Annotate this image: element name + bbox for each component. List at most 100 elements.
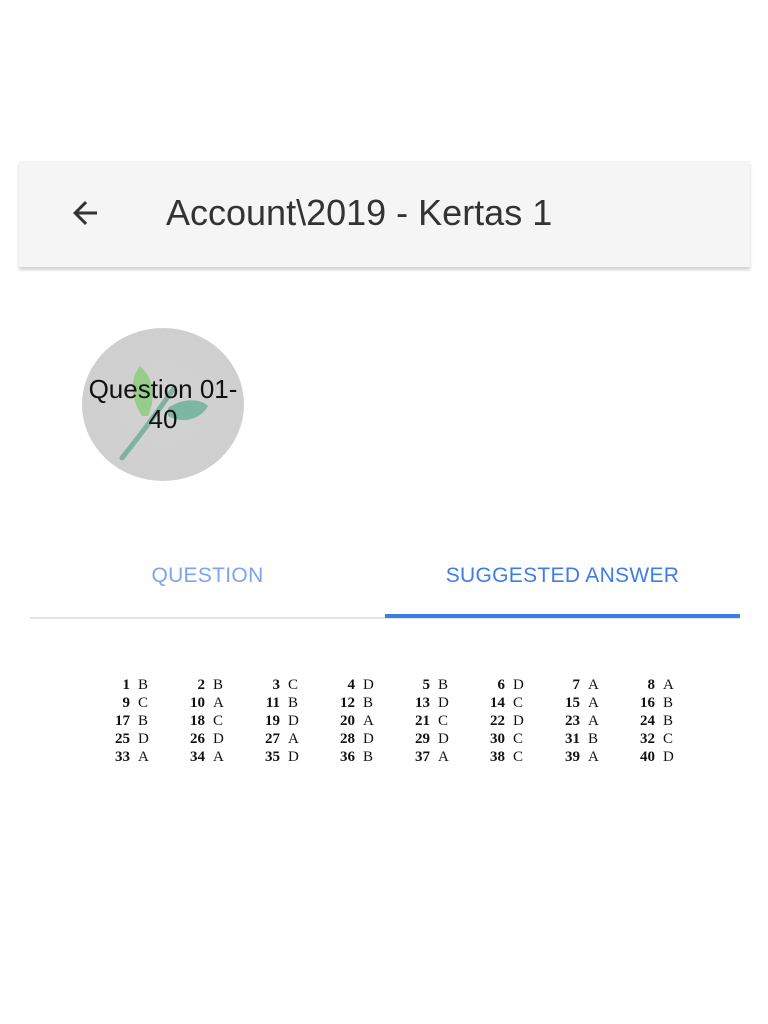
answer-cell: 25 D bbox=[88, 730, 163, 748]
answer-number: 17 bbox=[115, 713, 130, 729]
answer-cell: 12 B bbox=[313, 694, 388, 712]
answer-letter: A bbox=[363, 713, 374, 729]
answer-number: 24 bbox=[640, 713, 655, 729]
answer-letter: B bbox=[213, 677, 224, 693]
answer-letter: A bbox=[213, 749, 224, 765]
answer-number: 12 bbox=[340, 695, 355, 711]
answer-cell: 32 C bbox=[613, 730, 688, 748]
answer-cell: 35 D bbox=[238, 748, 313, 766]
answer-cell: 3C bbox=[238, 676, 313, 694]
answer-cell: 7A bbox=[538, 676, 613, 694]
answer-cell: 18 C bbox=[163, 712, 238, 730]
answer-number: 40 bbox=[640, 749, 655, 765]
answer-cell: 28 D bbox=[313, 730, 388, 748]
answer-letter: D bbox=[663, 749, 674, 765]
tab-question[interactable]: QUESTION bbox=[30, 545, 385, 607]
answer-number: 29 bbox=[415, 731, 430, 747]
answer-letter: C bbox=[288, 677, 299, 693]
answer-row: 1B2B3C4D5B6D7A8A bbox=[88, 676, 688, 694]
answer-number: 26 bbox=[190, 731, 205, 747]
answer-letter: A bbox=[213, 695, 224, 711]
answer-letter: A bbox=[588, 713, 599, 729]
answer-number: 32 bbox=[640, 731, 655, 747]
answer-letter: C bbox=[213, 713, 224, 729]
answer-row: 17 B 18 C 19 D 20 A 21 C 22 D 23 A 24 B bbox=[88, 712, 688, 730]
answer-cell: 5B bbox=[388, 676, 463, 694]
answer-letter: D bbox=[213, 731, 224, 747]
answer-cell: 15 A bbox=[538, 694, 613, 712]
answer-letter: B bbox=[438, 677, 449, 693]
answer-letter: B bbox=[288, 695, 299, 711]
answer-letter: D bbox=[438, 695, 449, 711]
answer-letter: A bbox=[588, 749, 599, 765]
answer-number: 5 bbox=[422, 677, 431, 693]
answer-cell: 13 D bbox=[388, 694, 463, 712]
answer-number: 4 bbox=[347, 677, 356, 693]
answer-number: 6 bbox=[497, 677, 506, 693]
answer-number: 27 bbox=[265, 731, 280, 747]
answer-row: 9 C 10 A 11 B 12 B 13 D 14 C 15 A 16 B bbox=[88, 694, 688, 712]
answer-letter: D bbox=[513, 713, 524, 729]
answer-number: 30 bbox=[490, 731, 505, 747]
answer-letter: B bbox=[663, 695, 674, 711]
answer-cell: 26 D bbox=[163, 730, 238, 748]
question-range-badge[interactable]: Question 01-40 bbox=[82, 328, 244, 481]
answer-letter: A bbox=[288, 731, 299, 747]
tab-bar: QUESTION SUGGESTED ANSWER bbox=[30, 545, 740, 619]
page-title: Account\2019 - Kertas 1 bbox=[166, 192, 553, 233]
answer-number: 15 bbox=[565, 695, 580, 711]
answer-number: 22 bbox=[490, 713, 505, 729]
answer-letter: B bbox=[588, 731, 599, 747]
answer-number: 38 bbox=[490, 749, 505, 765]
answer-number: 33 bbox=[115, 749, 130, 765]
answer-letter: B bbox=[663, 713, 674, 729]
answer-number: 36 bbox=[340, 749, 355, 765]
answer-cell: 21 C bbox=[388, 712, 463, 730]
selected-tab-indicator bbox=[385, 614, 740, 618]
answer-cell: 2B bbox=[163, 676, 238, 694]
answer-letter: D bbox=[363, 731, 374, 747]
answer-cell: 4D bbox=[313, 676, 388, 694]
answer-cell: 36 B bbox=[313, 748, 388, 766]
answer-cell: 20 A bbox=[313, 712, 388, 730]
answer-letter: D bbox=[363, 677, 374, 693]
answer-cell: 30 C bbox=[463, 730, 538, 748]
answer-letter: C bbox=[513, 731, 524, 747]
answer-letter: A bbox=[588, 695, 599, 711]
answer-cell: 19 D bbox=[238, 712, 313, 730]
back-button[interactable] bbox=[62, 190, 108, 236]
arrow-left-icon bbox=[73, 201, 97, 225]
answer-cell: 34 A bbox=[163, 748, 238, 766]
answer-letter: A bbox=[663, 677, 674, 693]
answer-letter: C bbox=[138, 695, 149, 711]
answer-cell: 16 B bbox=[613, 694, 688, 712]
answer-number: 39 bbox=[565, 749, 580, 765]
answer-number: 25 bbox=[115, 731, 130, 747]
answer-letter: D bbox=[288, 713, 299, 729]
answer-number: 37 bbox=[415, 749, 430, 765]
answer-letter: B bbox=[363, 749, 374, 765]
answer-number: 11 bbox=[265, 695, 280, 711]
answer-cell: 23 A bbox=[538, 712, 613, 730]
answer-cell: 6D bbox=[463, 676, 538, 694]
badge-label: Question 01-40 bbox=[88, 374, 238, 434]
answer-row: 25 D 26 D 27 A 28 D 29 D 30 C 31 B 32 C bbox=[88, 730, 688, 748]
answer-number: 35 bbox=[265, 749, 280, 765]
answer-number: 18 bbox=[190, 713, 205, 729]
answer-cell: 22 D bbox=[463, 712, 538, 730]
answer-letter: A bbox=[138, 749, 149, 765]
answer-row: 33 A 34 A 35 D 36 B 37 A 38 C 39 A 40 D bbox=[88, 748, 688, 766]
answer-letter: A bbox=[588, 677, 599, 693]
answer-cell: 37 A bbox=[388, 748, 463, 766]
answer-cell: 29 D bbox=[388, 730, 463, 748]
answer-number: 8 bbox=[647, 677, 656, 693]
answer-number: 34 bbox=[190, 749, 205, 765]
answer-cell: 10 A bbox=[163, 694, 238, 712]
answer-number: 21 bbox=[415, 713, 430, 729]
answer-cell: 38 C bbox=[463, 748, 538, 766]
answer-number: 16 bbox=[640, 695, 655, 711]
answer-number: 23 bbox=[565, 713, 580, 729]
answer-number: 13 bbox=[415, 695, 430, 711]
tab-suggested-answer[interactable]: SUGGESTED ANSWER bbox=[385, 545, 740, 607]
answer-cell: 33 A bbox=[88, 748, 163, 766]
